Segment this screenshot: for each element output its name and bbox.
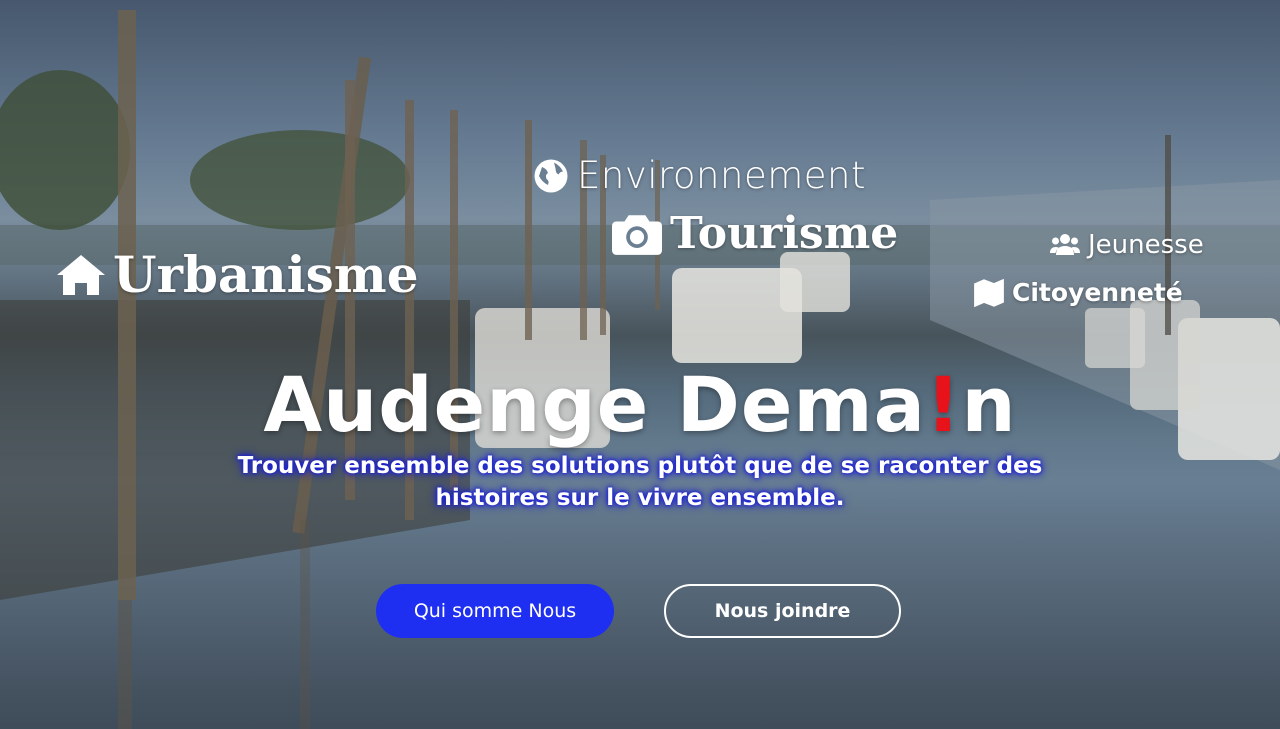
camera-icon [612, 214, 662, 255]
topic-urbanisme[interactable]: Urbanisme [57, 245, 419, 304]
topic-jeunesse-label: Jeunesse [1088, 230, 1204, 260]
hero-title-part2: n [961, 360, 1017, 449]
users-icon [1050, 234, 1080, 255]
hero-title: Audenge Dema!n [0, 360, 1280, 449]
topic-citoyennete[interactable]: Citoyenneté [974, 278, 1183, 307]
topic-environnement[interactable]: Environnement [533, 154, 866, 197]
globe-icon [534, 159, 568, 192]
topic-environnement-label: Environnement [577, 154, 866, 197]
topic-tourisme[interactable]: Tourisme [612, 208, 898, 259]
topic-jeunesse[interactable]: Jeunesse [1050, 230, 1204, 260]
qui-somme-nous-button[interactable]: Qui somme Nous [376, 584, 614, 638]
hero-tagline: Trouver ensemble des solutions plutôt qu… [237, 453, 1043, 511]
nous-joindre-button[interactable]: Nous joindre [664, 584, 901, 638]
home-icon [57, 254, 105, 295]
hero-title-exclamation: ! [925, 360, 962, 449]
hero-title-part1: Audenge Dema [263, 360, 926, 449]
topic-tourisme-label: Tourisme [670, 208, 899, 259]
topic-urbanisme-label: Urbanisme [113, 245, 419, 304]
topic-citoyennete-label: Citoyenneté [1012, 278, 1183, 307]
map-icon [974, 278, 1004, 307]
